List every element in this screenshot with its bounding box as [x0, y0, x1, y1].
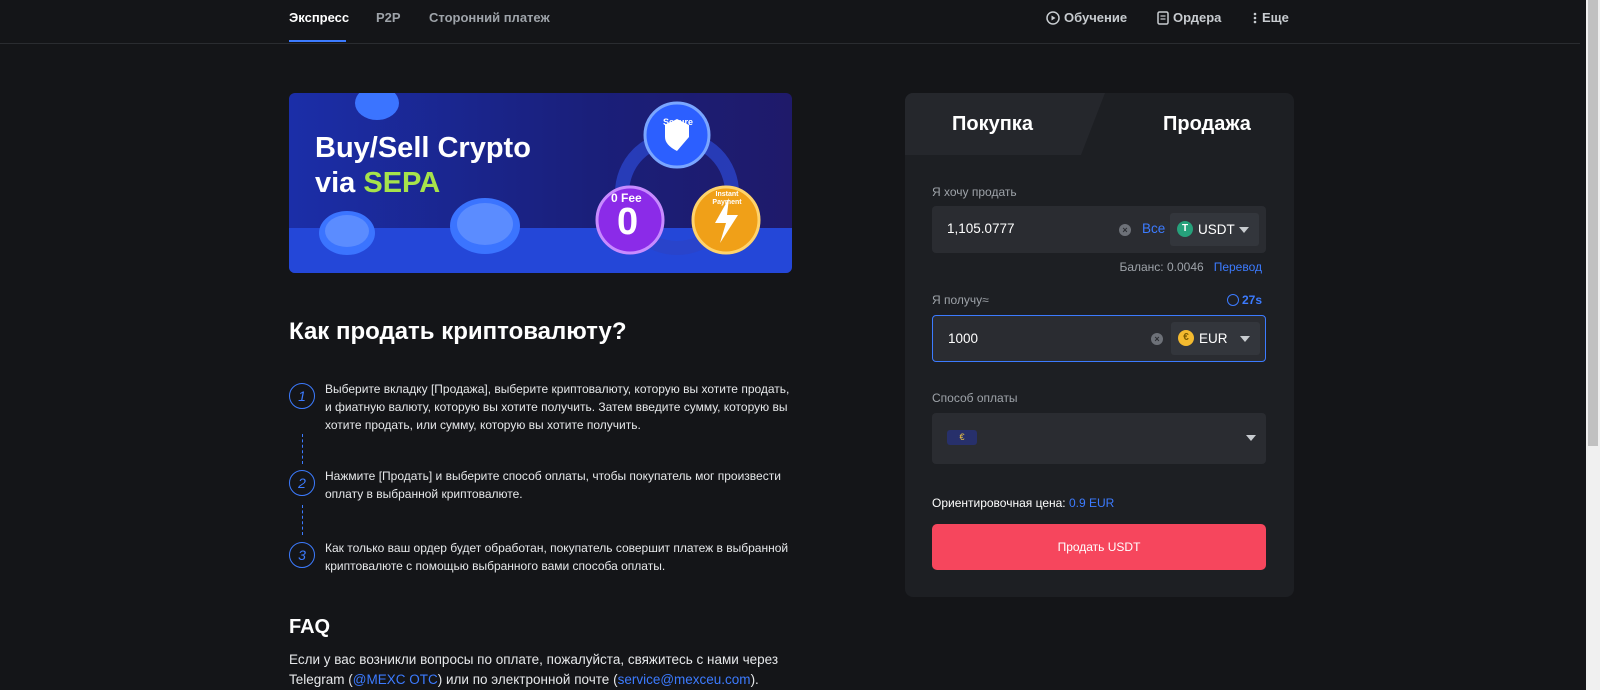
sepa-badge-icon: € — [947, 430, 977, 445]
chevron-down-icon — [1246, 435, 1256, 441]
clear-icon[interactable]: × — [1119, 224, 1131, 236]
payment-method-label: Способ оплаты — [932, 391, 1018, 405]
step-text: Как только ваш ордер будет обработан, по… — [325, 541, 789, 573]
email-link[interactable]: service@mexceu.com — [618, 672, 751, 687]
guide-step-2: 2 Нажмите [Продать] и выберите способ оп… — [289, 467, 795, 503]
document-icon — [1157, 10, 1169, 25]
step-number: 2 — [289, 470, 315, 496]
step-number: 3 — [289, 542, 315, 568]
all-button[interactable]: Все — [1142, 221, 1165, 236]
receive-amount-value[interactable]: 1000 — [948, 331, 978, 346]
tab-sell-label[interactable]: Продажа — [1163, 113, 1251, 136]
chevron-down-icon — [1239, 227, 1249, 233]
receive-currency-select[interactable]: € EUR — [1171, 322, 1260, 355]
tab-buy-label[interactable]: Покупка — [952, 113, 1033, 136]
guide-step-1: 1 Выберите вкладку [Продажа], выберите к… — [289, 380, 795, 434]
timer-value: 27s — [1241, 293, 1262, 307]
receive-currency-label: EUR — [1199, 331, 1228, 346]
badge-secure: Secure — [663, 117, 694, 127]
receive-amount-field[interactable]: 1000 × € EUR — [932, 315, 1266, 362]
estimated-price: Ориентировочная цена: 0.9 EUR — [932, 496, 1114, 510]
badge-zero-digit: 0 — [617, 201, 639, 243]
guide-step-3: 3 Как только ваш ордер будет обработан, … — [289, 539, 795, 575]
faq-text-b: ) или по электронной почте ( — [437, 672, 618, 687]
price-value: 0.9 EUR — [1068, 496, 1115, 510]
clear-icon[interactable]: × — [1151, 333, 1163, 345]
clock-icon — [1226, 294, 1239, 306]
balance-text: Баланс: 0.0046 — [1119, 260, 1204, 274]
banner-line-1: Buy/Sell Crypto — [315, 132, 531, 164]
transfer-link[interactable]: Перевод — [1214, 260, 1262, 274]
step-text: Нажмите [Продать] и выберите способ опла… — [325, 469, 781, 501]
step-connector — [302, 434, 303, 464]
faq-text-c: ). — [750, 672, 759, 687]
step-number: 1 — [289, 383, 315, 409]
sell-currency-select[interactable]: T USDT — [1170, 213, 1259, 246]
promo-banner: Secure 0 Fee 0 Instant Payment Buy/Sell … — [289, 93, 792, 273]
chevron-down-icon — [1240, 336, 1250, 342]
sell-currency-label: USDT — [1198, 222, 1235, 237]
faq-text: Если у вас возникли вопросы по оплате, п… — [289, 650, 789, 690]
page-scrollbar[interactable] — [1586, 0, 1600, 690]
tutorial-link[interactable]: Обучение — [1046, 10, 1127, 25]
eur-coin-icon: € — [1178, 330, 1194, 346]
step-connector — [302, 505, 303, 535]
telegram-link[interactable]: @MEXC OTC — [353, 672, 438, 687]
usdt-coin-icon: T — [1177, 221, 1193, 237]
play-circle-icon — [1046, 10, 1060, 25]
faq-title: FAQ — [289, 616, 331, 638]
trade-panel: Покупка Продажа Я хочу продать 1,105.077… — [905, 93, 1294, 597]
guide-title: Как продать криптовалюту? — [289, 318, 627, 345]
active-tab-indicator — [289, 40, 346, 42]
badge-instant: Instant Payment — [712, 191, 742, 206]
payment-method-select[interactable]: € — [932, 413, 1266, 464]
top-nav: Экспресс P2P Сторонний платеж Обучение О… — [0, 0, 1580, 44]
balance-row: Баланс: 0.0046 Перевод — [1119, 260, 1262, 274]
banner-via: via — [315, 167, 364, 199]
sell-button[interactable]: Продать USDT — [932, 524, 1266, 570]
step-text: Выберите вкладку [Продажа], выберите кри… — [325, 382, 790, 432]
more-menu[interactable]: Еще — [1252, 10, 1289, 25]
tab-express[interactable]: Экспресс — [289, 10, 349, 25]
receive-amount-label: Я получу≈ — [932, 293, 989, 307]
tab-p2p[interactable]: P2P — [376, 10, 401, 25]
sell-amount-field[interactable]: 1,105.0777 × Все T USDT — [932, 206, 1266, 253]
orders-link[interactable]: Ордера — [1157, 10, 1221, 25]
quote-timer: 27s — [1226, 293, 1262, 307]
banner-title: Buy/Sell Crypto via SEPA — [315, 131, 531, 201]
tutorial-label: Обучение — [1064, 10, 1128, 25]
orders-label: Ордера — [1173, 10, 1222, 25]
sell-amount-label: Я хочу продать — [932, 185, 1017, 199]
more-vertical-icon — [1253, 12, 1257, 23]
banner-sepa: SEPA — [363, 167, 441, 199]
sell-amount-value[interactable]: 1,105.0777 — [947, 221, 1015, 236]
price-label: Ориентировочная цена: — [932, 496, 1069, 510]
more-label: Еще — [1262, 10, 1289, 25]
tab-third-party[interactable]: Сторонний платеж — [429, 10, 550, 25]
scrollbar-thumb[interactable] — [1588, 0, 1598, 446]
